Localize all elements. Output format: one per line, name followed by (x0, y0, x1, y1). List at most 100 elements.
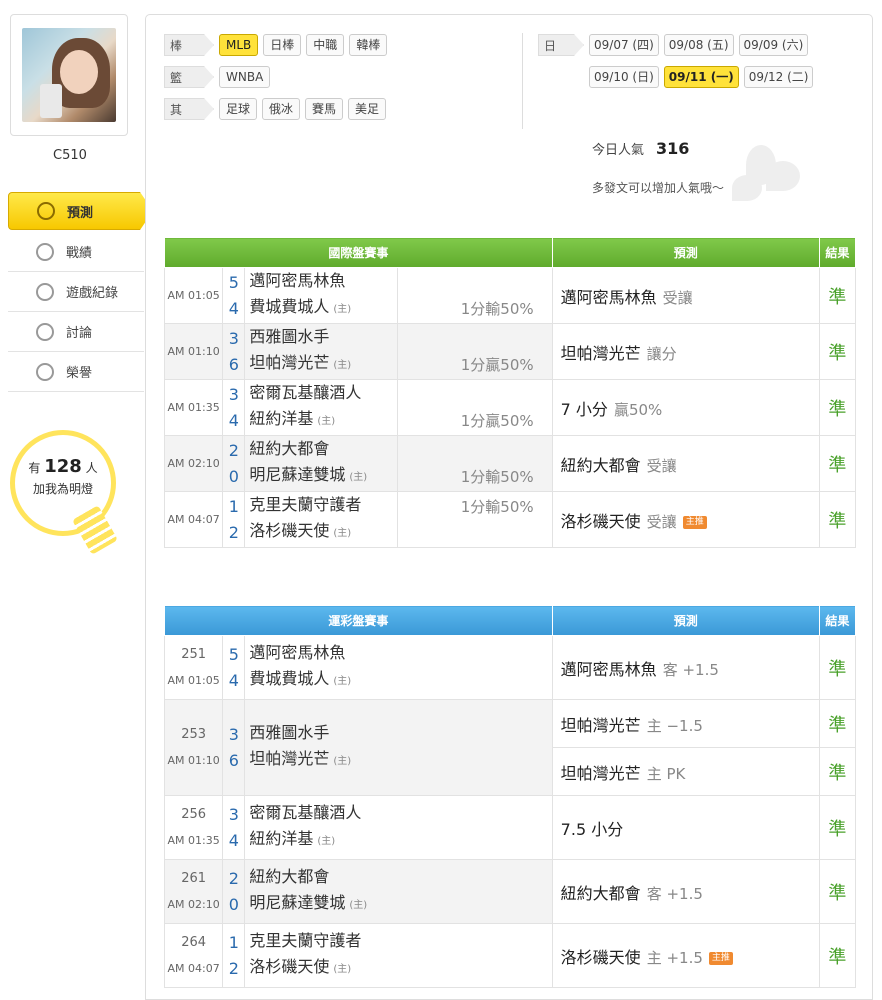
date-tag[interactable]: 09/10 (日) (589, 66, 659, 88)
table-row[interactable]: AM 01:05 5 4 邁阿密馬林魚 費城費城人 (主) 1分輸50% 邁阿密馬林魚 受讓準 (163, 267, 857, 324)
tag-khl[interactable]: 俄冰 (262, 98, 301, 120)
spread-bottom: 1分輸50% (460, 299, 534, 318)
prediction: 邁阿密馬林魚客 +1.5 (551, 635, 820, 700)
tag-kbo[interactable]: 韓棒 (349, 34, 388, 56)
game-teams: 邁阿密馬林魚 費城費城人 (主) (244, 635, 553, 700)
date-tag-selected[interactable]: 09/11 (一) (663, 66, 739, 88)
table-row[interactable]: AM 01:35 3 4 密爾瓦基釀酒人 紐約洋基 (主) 1分贏50% 7 小分 贏50% 準 (163, 379, 857, 436)
table-row[interactable]: AM 04:07 1 2 克里夫蘭守護者 洛杉磯天使 (主) 1分輸50% 洛杉磯天使 受讓主… (163, 491, 857, 548)
home-team[interactable]: 洛杉磯天使 (主) (249, 518, 397, 547)
prediction-text: 洛杉磯天使 (560, 947, 641, 967)
date-tag[interactable]: 09/07 (四) (589, 34, 659, 56)
home-score: 4 (228, 410, 239, 430)
away-score: 3 (228, 724, 239, 744)
away-score: 3 (228, 328, 239, 348)
table-row[interactable]: AM 01:10 3 6 西雅圖水手 坦帕灣光芒 (主) 1分贏50% 坦帕灣光芒 讓分準 (163, 323, 857, 380)
game-teams: 西雅圖水手 坦帕灣光芒 (主) (244, 699, 553, 796)
table-row[interactable]: 253 AM 01:10 3 6 西雅圖水手 坦帕灣光芒 (主) 坦帕灣光芒主 −1.5 準 (163, 699, 857, 796)
nav-item-record[interactable]: 戰績 (8, 232, 144, 272)
away-team[interactable]: 密爾瓦基釀酒人 (249, 380, 397, 406)
home-marker: (主) (333, 304, 352, 315)
home-team[interactable]: 明尼蘇達雙城 (主) (249, 890, 551, 919)
home-team[interactable]: 明尼蘇達雙城 (主) (249, 462, 397, 491)
away-team[interactable]: 紐約大都會 (249, 436, 397, 462)
game-time: AM 04:07 (163, 491, 224, 548)
game-teams: 克里夫蘭守護者 洛杉磯天使 (主) (244, 923, 553, 988)
game-scores: 36 (222, 699, 246, 796)
home-team[interactable]: 洛杉磯天使 (主) (249, 954, 551, 983)
away-team[interactable]: 克里夫蘭守護者 (249, 492, 397, 518)
follow-bulb[interactable]: 有 128 人 加我為明燈 (10, 430, 128, 555)
prediction: 7.5 小分 (551, 795, 820, 860)
home-team[interactable]: 費城費城人 (主) (249, 294, 397, 323)
date-tag[interactable]: 09/08 (五) (663, 34, 734, 56)
target-icon (37, 202, 55, 220)
filter-divider (522, 33, 523, 129)
game-teams: 克里夫蘭守護者 洛杉磯天使 (主) (244, 491, 398, 548)
date-tag[interactable]: 09/12 (二) (743, 66, 814, 88)
home-team[interactable]: 坦帕灣光芒 (主) (249, 746, 551, 775)
result: 準 (818, 491, 857, 548)
sport-filters: 棒球 MLB 日棒 中職 韓棒 籃球 WNBA 其他 足球 俄冰 賽馬 美足 (164, 33, 388, 129)
nav-item-discuss[interactable]: 討論 (8, 312, 144, 352)
record-icon (36, 282, 54, 301)
nav-item-game-history[interactable]: 遊戲紀錄 (8, 272, 144, 312)
prediction-detail: 受讓 (646, 512, 677, 531)
prediction-detail: 客 +1.5 (646, 884, 703, 903)
game-scores: 20 (222, 859, 246, 924)
result: 準 (818, 635, 857, 700)
table-row[interactable]: 261 AM 02:10 2 0 紐約大都會 明尼蘇達雙城 (主) 紐約大都會客 +1.5 準 (163, 859, 857, 924)
away-team[interactable]: 密爾瓦基釀酒人 (249, 800, 551, 826)
tag-wnba[interactable]: WNBA (219, 66, 271, 88)
table-row[interactable]: 256 AM 01:35 3 4 密爾瓦基釀酒人 紐約洋基 (主) 7.5 小分準 (163, 795, 857, 860)
game-teams: 密爾瓦基釀酒人 紐約洋基 (主) (244, 795, 553, 860)
away-team[interactable]: 克里夫蘭守護者 (249, 928, 551, 954)
home-team[interactable]: 坦帕灣光芒 (主) (249, 350, 397, 379)
table-row[interactable]: 251 AM 01:05 5 4 邁阿密馬林魚 費城費城人 (主) 邁阿密馬林魚客 +1.5 準 (163, 635, 857, 700)
home-score: 6 (228, 354, 239, 374)
intl-table: 國際盤賽事 預測 結果 AM 01:05 5 4 邁阿密馬林魚 費城費城人 (主) 1分輸… (163, 237, 857, 548)
tag-horse[interactable]: 賽馬 (305, 98, 344, 120)
username[interactable]: C510 (0, 148, 140, 163)
game-time-text: AM 01:05 (167, 673, 220, 687)
game-spread: 1分輸50% (397, 435, 553, 492)
away-team[interactable]: 邁阿密馬林魚 (249, 268, 397, 294)
table-row[interactable]: 264 AM 04:07 1 2 克里夫蘭守護者 洛杉磯天使 (主) 洛杉磯天使主 +1.5 主… (163, 923, 857, 988)
nav-label: 討論 (66, 326, 93, 341)
prediction-detail: 客 +1.5 (662, 660, 719, 679)
home-marker: (主) (333, 676, 352, 687)
discuss-icon (36, 322, 54, 341)
game-scores: 12 (222, 923, 246, 988)
away-team[interactable]: 邁阿密馬林魚 (249, 640, 551, 666)
result: 準 (818, 859, 857, 924)
home-team[interactable]: 紐約洋基 (主) (249, 826, 551, 855)
avatar-card[interactable] (10, 14, 128, 136)
home-team[interactable]: 費城費城人 (主) (249, 666, 551, 695)
game-scores: 54 (222, 635, 246, 700)
away-team[interactable]: 紐約大都會 (249, 864, 551, 890)
lottery-table: 運彩盤賽事 預測 結果 251 AM 01:05 5 4 邁阿密馬林魚 費城費城人 (主) 邁… (163, 605, 857, 988)
nav-item-predict[interactable]: 預測 (8, 192, 153, 230)
game-scores: 36 (222, 323, 246, 380)
home-score: 0 (228, 466, 239, 486)
tag-cpbl[interactable]: 中職 (306, 34, 345, 56)
date-tag[interactable]: 09/09 (六) (738, 34, 809, 56)
table-row[interactable]: AM 02:10 2 0 紐約大都會 明尼蘇達雙城 (主) 1分輸50% 紐約大都會 受讓準 (163, 435, 857, 492)
away-team[interactable]: 西雅圖水手 (249, 324, 397, 350)
tag-npb[interactable]: 日棒 (263, 34, 302, 56)
nav-label: 遊戲紀錄 (66, 286, 119, 301)
tag-mlb[interactable]: MLB (219, 34, 259, 56)
prediction-text: 邁阿密馬林魚 (560, 659, 657, 679)
nav-item-honor[interactable]: 榮譽 (8, 352, 144, 392)
game-number: 253 (181, 726, 207, 742)
avatar[interactable] (22, 28, 116, 122)
tag-nfl[interactable]: 美足 (348, 98, 387, 120)
home-team[interactable]: 紐約洋基 (主) (249, 406, 397, 435)
game-time-text: AM 04:07 (167, 961, 220, 975)
category-other: 其他 (164, 98, 214, 120)
away-score: 2 (228, 440, 239, 460)
result: 準 (818, 795, 857, 860)
tag-soccer[interactable]: 足球 (219, 98, 258, 120)
spread-bottom (398, 520, 534, 546)
away-team[interactable]: 西雅圖水手 (249, 720, 551, 746)
